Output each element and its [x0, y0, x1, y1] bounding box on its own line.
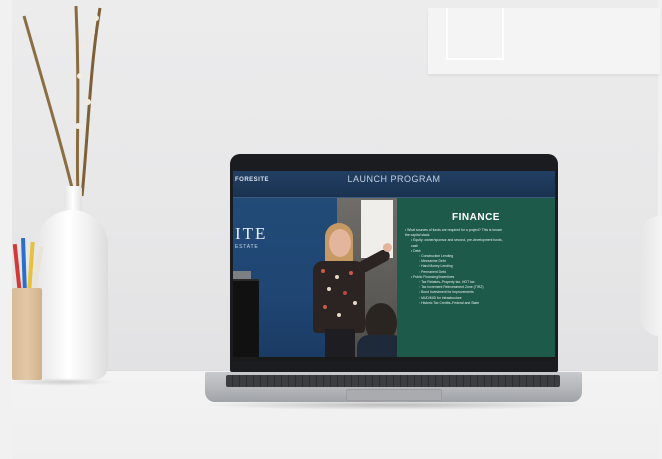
video-header: FORESITE LAUNCH PROGRAM [233, 171, 555, 198]
projected-slide: FINANCE • What sources of funds are requ… [397, 198, 555, 361]
picture-frame [446, 8, 504, 60]
laptop-screen: FORESITE LAUNCH PROGRAM ITE ESTATE FINAN… [233, 171, 555, 361]
pencil-cup [12, 288, 42, 380]
brand-subtitle: ESTATE [235, 244, 259, 250]
screen-bezel-bottom [233, 357, 555, 361]
dried-branches [22, 6, 102, 197]
brand-wordmark: ITE [235, 224, 268, 243]
presenter-hand [383, 243, 392, 252]
image-border-left [0, 0, 12, 459]
slide-bullet-item: ◦ Historic Tax Credits–Federal and State [419, 300, 480, 305]
right-vase-edge [640, 216, 662, 336]
slide-title: FINANCE [452, 212, 500, 223]
podium [233, 279, 259, 361]
laptop-trackpad [346, 389, 442, 401]
white-vase [36, 210, 108, 380]
laptop-keyboard [226, 375, 560, 387]
presenter-blouse [313, 261, 365, 333]
presenter-head [329, 229, 351, 257]
slide-bullet-list: • What sources of funds are required for… [405, 228, 551, 306]
launch-program-title: LAUNCH PROGRAM [347, 174, 441, 184]
photo-scene: FORESITE LAUNCH PROGRAM ITE ESTATE FINAN… [0, 0, 662, 459]
pencils [12, 237, 44, 292]
